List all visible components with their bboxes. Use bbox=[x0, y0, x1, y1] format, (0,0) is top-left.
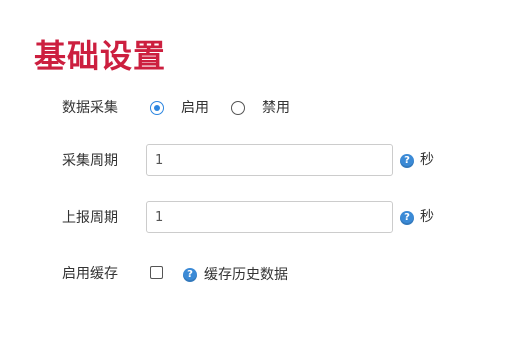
report-period-unit: 秒 bbox=[420, 209, 434, 225]
page-title: 基础设置 bbox=[34, 37, 167, 75]
collection-period-label: 采集周期 bbox=[62, 153, 118, 169]
data-collection-label: 数据采集 bbox=[62, 100, 118, 116]
question-icon[interactable]: ? bbox=[400, 154, 414, 168]
cache-history-help-text: 缓存历史数据 bbox=[204, 267, 288, 283]
question-icon[interactable]: ? bbox=[183, 268, 197, 282]
collection-period-unit: 秒 bbox=[420, 152, 434, 168]
radio-disable-label[interactable]: 禁用 bbox=[262, 98, 290, 118]
collection-period-input[interactable] bbox=[146, 144, 393, 176]
report-period-label: 上报周期 bbox=[62, 210, 118, 226]
enable-cache-checkbox[interactable] bbox=[150, 266, 163, 279]
radio-enable-label[interactable]: 启用 bbox=[181, 98, 209, 118]
radio-disable[interactable] bbox=[231, 101, 245, 115]
enable-cache-label: 启用缓存 bbox=[62, 266, 118, 282]
question-icon[interactable]: ? bbox=[400, 211, 414, 225]
radio-enable[interactable] bbox=[150, 101, 164, 115]
report-period-input[interactable] bbox=[146, 201, 393, 233]
